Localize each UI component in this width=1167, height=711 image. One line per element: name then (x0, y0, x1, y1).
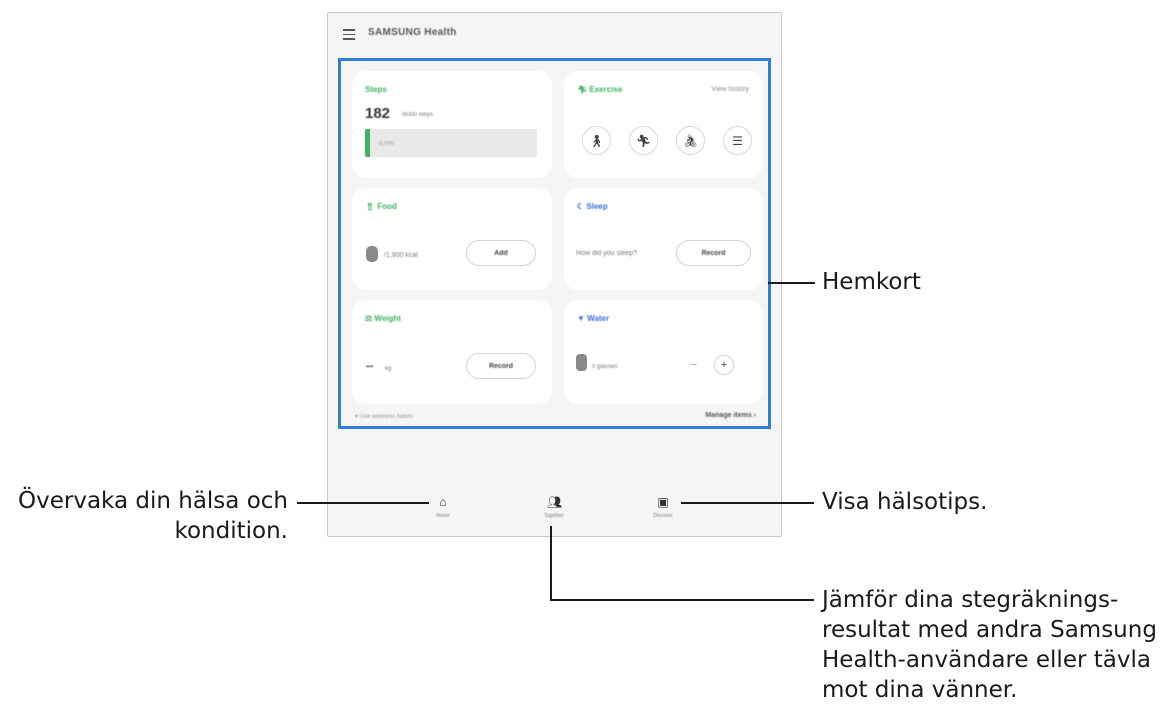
food-card-title: 🍴︎ Food (365, 202, 397, 211)
nav-home-label: Home (436, 513, 450, 519)
steps-progress-bar: 6,000 (365, 129, 537, 157)
record-sleep-button[interactable]: Record (676, 240, 751, 266)
app-bar: SAMSUNG Health (328, 13, 781, 59)
cycling-icon[interactable]: 🚴︎ (676, 126, 705, 155)
nav-discover-label: Discover (653, 513, 673, 519)
water-plus-button[interactable]: + (714, 355, 734, 375)
water-minus-button[interactable]: − (684, 355, 704, 375)
leader-together-vertical (550, 526, 552, 601)
scale-icon: ⚖︎ (365, 314, 373, 323)
sleep-card-title: ☾ Sleep (577, 202, 608, 211)
manage-items-link[interactable]: Manage items › (705, 412, 756, 419)
steps-progress-fill (365, 129, 371, 157)
callout-together-line4: mot dina vänner. (822, 677, 1018, 703)
callout-together-tab: Jämför dina stegräknings- resultat med a… (822, 585, 1157, 705)
exercise-icon: 🏃︎ (577, 85, 588, 94)
leader-discover-tab (681, 502, 814, 504)
nav-home[interactable]: ⌂ Home (413, 495, 473, 519)
nav-together-label: Together (544, 513, 564, 519)
moon-icon: ☾ (577, 202, 585, 211)
food-card[interactable]: 🍴︎ Food /1,900 kcal Add (352, 188, 552, 290)
menu-icon[interactable] (343, 29, 355, 40)
weight-card[interactable]: ⚖︎ Weight -- kg Record (352, 300, 552, 404)
callout-together-line2: resultat med andra Samsung (822, 617, 1157, 643)
leader-home-tab (297, 502, 429, 504)
home-cards-area: Steps 182 /6000 steps 6,000 🏃︎ Exercise … (338, 58, 771, 429)
walking-icon[interactable]: 🚶︎ (582, 126, 611, 155)
home-icon: ⌂ (439, 495, 447, 509)
callout-home-tab-line1: Övervaka din hälsa och (18, 488, 288, 514)
nav-discover[interactable]: ▣ Discover (633, 495, 693, 519)
steps-goal: /6000 steps (402, 112, 434, 118)
callout-together-line3: Health-användare eller tävla (822, 647, 1151, 673)
record-sleep-label: Record (701, 249, 726, 257)
add-food-label: Add (494, 249, 508, 257)
exercise-card-title: 🏃︎ Exercise (577, 85, 622, 94)
callout-home-tab: Övervaka din hälsa och kondition. (18, 486, 288, 546)
leader-together-horizontal (550, 599, 814, 601)
steps-bar-label: 6,000 (379, 141, 395, 147)
callout-home-tab-line2: kondition. (174, 518, 288, 544)
callout-discover-tab: Visa hälsotips. (822, 489, 988, 515)
record-weight-label: Record (488, 362, 514, 370)
callout-together-line1: Jämför dina stegräknings- (822, 587, 1119, 613)
sleep-card[interactable]: ☾ Sleep How did you sleep? Record (564, 188, 763, 290)
record-weight-button[interactable]: Record (466, 353, 536, 379)
weight-unit: kg (385, 366, 392, 372)
food-calories: /1,900 kcal (384, 252, 418, 259)
food-ring-icon (366, 246, 378, 262)
weight-title-label: Weight (374, 314, 401, 323)
fork-knife-icon: 🍴︎ (365, 202, 376, 211)
food-title-label: Food (377, 202, 397, 211)
water-glass-icon: ▼ (577, 314, 585, 323)
water-title-label: Water (587, 314, 610, 323)
phone-screen: SAMSUNG Health Steps 182 /6000 steps 6,0… (327, 12, 782, 537)
people-icon: 👥︎ (547, 495, 563, 509)
add-food-button[interactable]: Add (466, 240, 536, 266)
calendar-tips-icon: ▣ (657, 495, 669, 509)
exercise-shortcuts: 🚶︎ 🏃︎ 🚴︎ ☰ (582, 126, 752, 155)
bottom-navigation: ⌂ Home 👥︎ Together ▣ Discover (328, 491, 781, 537)
water-cup-icon (576, 354, 587, 371)
nav-together[interactable]: 👥︎ Together (524, 495, 584, 519)
sleep-title-label: Sleep (586, 202, 608, 211)
water-count: 0 glasses (592, 364, 618, 370)
steps-card-title: Steps (365, 85, 387, 94)
callout-home-cards: Hemkort (822, 269, 921, 295)
water-card-title: ▼ Water (577, 314, 609, 323)
sleep-prompt: How did you sleep? (576, 250, 638, 257)
leader-home-cards (768, 282, 815, 284)
weight-value: -- (366, 360, 374, 372)
list-icon[interactable]: ☰ (723, 126, 752, 155)
wellness-habits-link[interactable]: ▾ Use wellness habits (355, 413, 413, 420)
view-history-link[interactable]: View history (711, 86, 749, 93)
app-title: SAMSUNG Health (368, 27, 457, 38)
running-icon[interactable]: 🏃︎ (629, 126, 658, 155)
steps-count: 182 (365, 105, 391, 122)
exercise-title-label: Exercise (589, 85, 623, 94)
exercise-card[interactable]: 🏃︎ Exercise View history 🚶︎ 🏃︎ 🚴︎ ☰ (564, 71, 763, 178)
water-card[interactable]: ▼ Water 0 glasses − + (564, 300, 763, 404)
weight-card-title: ⚖︎ Weight (365, 314, 401, 323)
steps-card[interactable]: Steps 182 /6000 steps 6,000 (352, 71, 552, 178)
